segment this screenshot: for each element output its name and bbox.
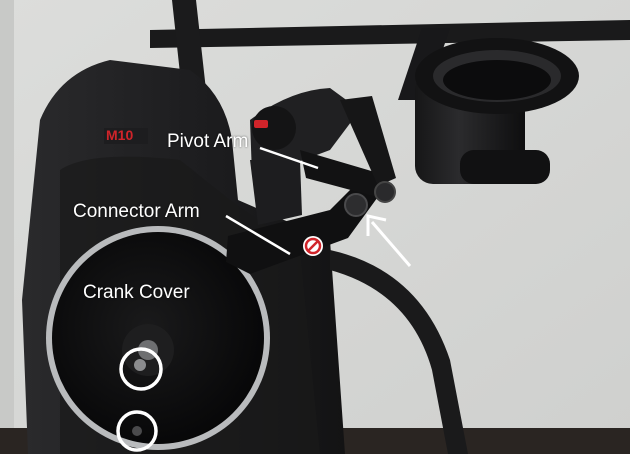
m10-logo-text: M10 — [106, 127, 134, 143]
photo-frame: M10 Pivot Arm Connector Arm Crank Cover — [0, 0, 630, 454]
pivot-red-knob — [254, 120, 268, 128]
pivot-bolt-upper — [374, 181, 396, 203]
left-margin-strip — [0, 0, 14, 454]
crank-cover-label: Crank Cover — [83, 282, 190, 303]
connector-arm-label: Connector Arm — [73, 201, 200, 222]
crank-screw-upper — [134, 359, 146, 371]
machine-photo — [0, 0, 630, 454]
pivot-arm-label: Pivot Arm — [167, 131, 249, 152]
pivot-bolt — [344, 193, 368, 217]
crank-screw-lower — [132, 426, 142, 436]
stem-rod — [250, 160, 302, 225]
